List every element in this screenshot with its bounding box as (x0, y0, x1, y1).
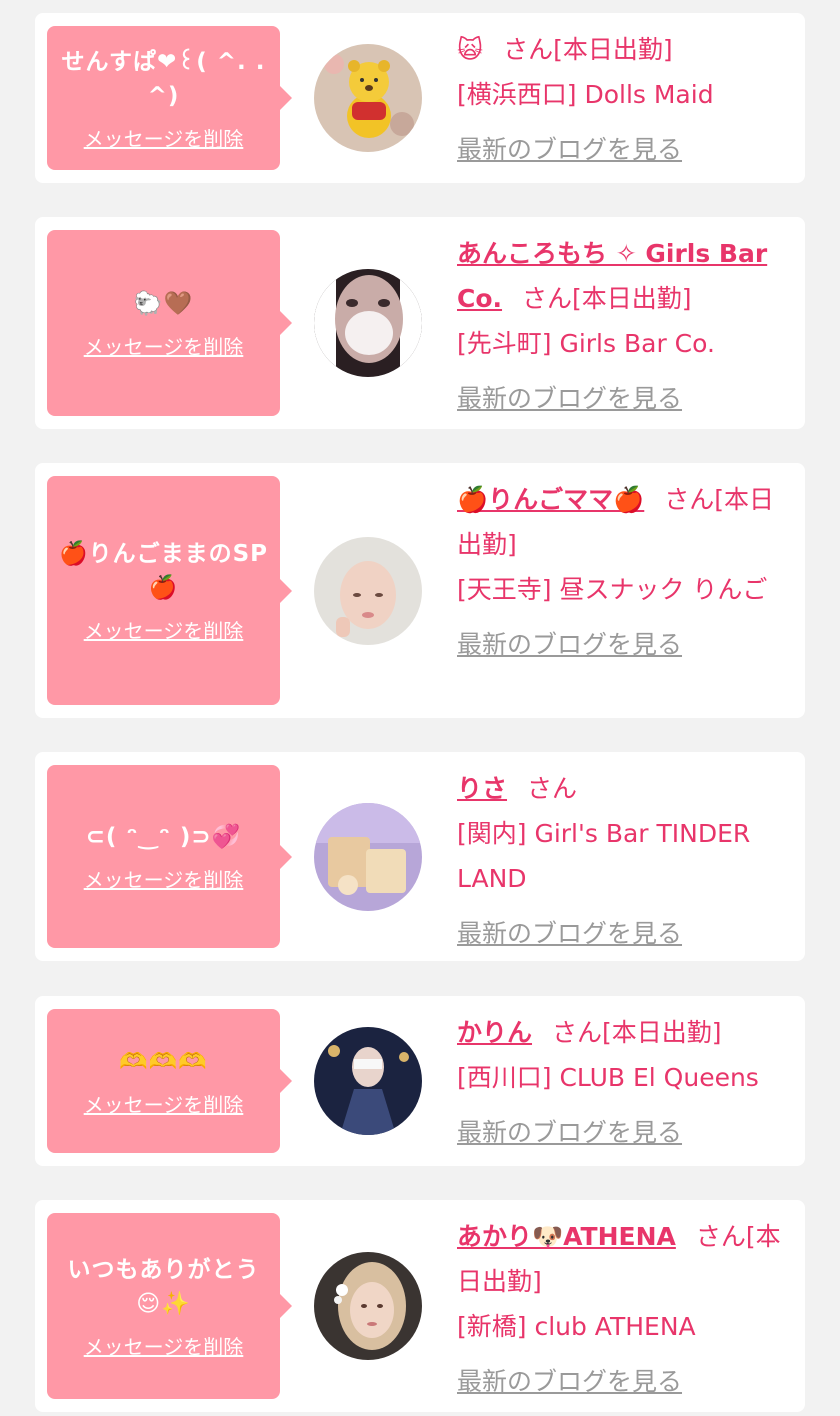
honorific-status: さん (527, 774, 578, 803)
delete-message-link[interactable]: メッセージを削除 (84, 615, 244, 644)
cast-info: 🙀 さん[本日出勤] [横浜西口] Dolls Maid 最新のブログを見る (457, 27, 792, 172)
message-bubble: 🫶🫶🫶 メッセージを削除 (47, 1009, 292, 1153)
delete-message-link[interactable]: メッセージを削除 (84, 123, 244, 152)
message-text: 🐑🤎 (133, 290, 194, 317)
message-list: せんすぱ❤︎꒰( ^. .^) メッセージを削除 🙀 さん[本日出勤] [横浜西口… (0, 0, 840, 1416)
avatar[interactable] (314, 44, 422, 152)
message-text: ⊂( ᵔ‿ᵔ )⊃💞 (85, 824, 242, 850)
message-text: せんすぱ❤︎꒰( ^. .^) (61, 48, 266, 109)
store-text: [横浜西口] Dolls Maid (457, 80, 714, 109)
cast-info: 🍎りんごママ🍎 さん[本日出勤] [天王寺] 昼スナック りんご 最新のブログを見… (457, 477, 792, 667)
store-text: [天王寺] 昼スナック りんご (457, 575, 768, 604)
latest-blog-link[interactable]: 最新のブログを見る (457, 911, 792, 956)
message-bubble: せんすぱ❤︎꒰( ^. .^) メッセージを削除 (47, 26, 292, 170)
cast-info: かりん さん[本日出勤] [西川口] CLUB El Queens 最新のブログを… (457, 1010, 792, 1155)
latest-blog-link[interactable]: 最新のブログを見る (457, 376, 792, 421)
message-card: 🫶🫶🫶 メッセージを削除 かりん さん[本日出勤] [西川口] CLUB El Q… (35, 996, 805, 1166)
cast-name-link[interactable]: あかり🐶ATHENA (457, 1222, 676, 1251)
dark-dress-avatar-icon (314, 1027, 422, 1135)
store-text: [西川口] CLUB El Queens (457, 1063, 759, 1092)
delete-message-link[interactable]: メッセージを削除 (84, 864, 244, 893)
message-card: いつもありがとう😌✨ メッセージを削除 あかり🐶ATHENA さん[本日出勤] [… (35, 1200, 805, 1412)
delete-message-link[interactable]: メッセージを削除 (84, 331, 244, 360)
latest-blog-link[interactable]: 最新のブログを見る (457, 1359, 792, 1404)
message-bubble: 🍎りんごままのSP🍎 メッセージを削除 (47, 476, 292, 705)
message-bubble: 🐑🤎 メッセージを削除 (47, 230, 292, 416)
blonde-portrait-avatar-icon (314, 1252, 422, 1360)
message-card: 🐑🤎 メッセージを削除 あんころもち ✧ Girls Bar Co. さん[本日出… (35, 217, 805, 429)
store-text: [先斗町] Girls Bar Co. (457, 329, 715, 358)
blurred-face-avatar-icon (314, 269, 422, 377)
store-text: [新橋] club ATHENA (457, 1312, 696, 1341)
message-text: いつもありがとう😌✨ (67, 1256, 260, 1317)
message-card: 🍎りんごままのSP🍎 メッセージを削除 🍎りんごママ🍎 さん[本日出勤] [天王寺… (35, 463, 805, 718)
cast-info: あんころもち ✧ Girls Bar Co. さん[本日出勤] [先斗町] Gir… (457, 231, 792, 421)
message-bubble: いつもありがとう😌✨ メッセージを削除 (47, 1213, 292, 1399)
avatar[interactable] (314, 803, 422, 911)
honorific-status: さん[本日出勤] (503, 35, 673, 64)
avatar[interactable] (314, 269, 422, 377)
latest-blog-link[interactable]: 最新のブログを見る (457, 1110, 792, 1155)
message-card: ⊂( ᵔ‿ᵔ )⊃💞 メッセージを削除 りさ さん [関内] Girl's Bar… (35, 752, 805, 961)
avatar[interactable] (314, 537, 422, 645)
cast-info: あかり🐶ATHENA さん[本日出勤] [新橋] club ATHENA 最新のブ… (457, 1214, 792, 1404)
latest-blog-link[interactable]: 最新のブログを見る (457, 622, 792, 667)
cast-info: りさ さん [関内] Girl's Bar TINDER LAND 最新のブログを… (457, 766, 792, 956)
delete-message-link[interactable]: メッセージを削除 (84, 1331, 244, 1360)
message-text: 🍎りんごままのSP🍎 (58, 541, 269, 601)
message-text: 🫶🫶🫶 (119, 1048, 208, 1075)
honorific-status: さん[本日出勤] (522, 284, 692, 313)
message-bubble: ⊂( ᵔ‿ᵔ )⊃💞 メッセージを削除 (47, 765, 292, 948)
cast-name-link[interactable]: 🙀 (457, 35, 483, 64)
message-card: せんすぱ❤︎꒰( ^. .^) メッセージを削除 🙀 さん[本日出勤] [横浜西口… (35, 13, 805, 183)
honorific-status: さん[本日出勤] (552, 1018, 722, 1047)
bald-portrait-avatar-icon (314, 537, 422, 645)
store-text: [関内] Girl's Bar TINDER LAND (457, 819, 751, 893)
avatar[interactable] (314, 1252, 422, 1360)
delete-message-link[interactable]: メッセージを削除 (84, 1089, 244, 1118)
pooh-plush-avatar-icon (314, 44, 422, 152)
cast-name-link[interactable]: 🍎りんごママ🍎 (457, 485, 644, 514)
cast-name-link[interactable]: かりん (457, 1018, 532, 1047)
latest-blog-link[interactable]: 最新のブログを見る (457, 127, 792, 172)
cast-name-link[interactable]: りさ (457, 774, 507, 803)
avatar[interactable] (314, 1027, 422, 1135)
purple-room-avatar-icon (314, 803, 422, 911)
